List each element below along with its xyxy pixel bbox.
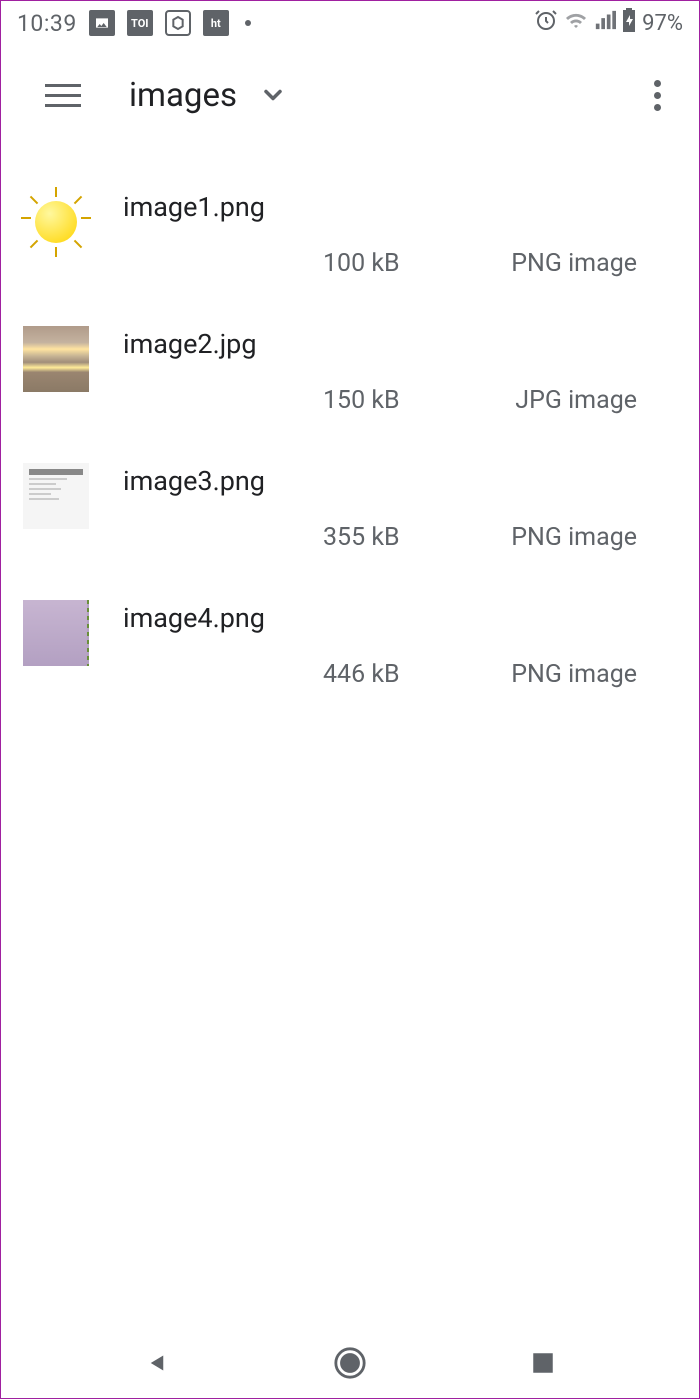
toi-icon: TOI <box>127 10 153 36</box>
menu-button[interactable] <box>45 77 81 113</box>
file-size: 150 kB <box>323 386 400 415</box>
chevron-down-icon[interactable] <box>259 81 287 109</box>
status-time: 10:39 <box>17 10 77 37</box>
file-size: 355 kB <box>323 523 400 552</box>
alarm-icon <box>534 8 558 38</box>
file-thumbnail <box>23 600 89 666</box>
file-name: image4.png <box>123 600 677 634</box>
home-button[interactable] <box>332 1345 368 1381</box>
file-list: image1.png 100 kB PNG image image2.jpg 1… <box>1 145 699 713</box>
navigation-bar <box>1 1328 699 1398</box>
app-toolbar: images <box>1 45 699 145</box>
ht-icon: ht <box>203 10 229 36</box>
folder-name[interactable]: images <box>129 76 237 115</box>
file-name: image3.png <box>123 463 677 497</box>
back-button[interactable] <box>139 1345 175 1381</box>
battery-icon <box>622 8 636 38</box>
app-icon <box>165 10 191 36</box>
file-type: PNG image <box>511 660 637 689</box>
cell-signal-icon <box>594 9 616 37</box>
status-left: 10:39 TOI ht <box>17 10 251 37</box>
wifi-icon <box>564 8 588 38</box>
file-row[interactable]: image2.jpg 150 kB JPG image <box>1 302 699 439</box>
file-row[interactable]: image4.png 446 kB PNG image <box>1 576 699 713</box>
file-name: image2.jpg <box>123 326 677 360</box>
file-type: PNG image <box>511 249 637 278</box>
file-row[interactable]: image1.png 100 kB PNG image <box>1 165 699 302</box>
recents-button[interactable] <box>525 1345 561 1381</box>
file-name: image1.png <box>123 189 677 223</box>
status-bar: 10:39 TOI ht 97% <box>1 1 699 45</box>
status-right: 97% <box>534 8 683 38</box>
file-type: PNG image <box>511 523 637 552</box>
file-thumbnail <box>23 326 89 392</box>
file-thumbnail <box>23 463 89 529</box>
file-thumbnail <box>23 189 89 255</box>
status-more-dot <box>245 20 251 26</box>
file-row[interactable]: image3.png 355 kB PNG image <box>1 439 699 576</box>
file-type: JPG image <box>515 386 637 415</box>
file-size: 446 kB <box>323 660 400 689</box>
battery-percent: 97% <box>642 11 683 36</box>
overflow-menu-button[interactable] <box>638 72 677 119</box>
file-size: 100 kB <box>323 249 400 278</box>
photos-icon <box>89 10 115 36</box>
